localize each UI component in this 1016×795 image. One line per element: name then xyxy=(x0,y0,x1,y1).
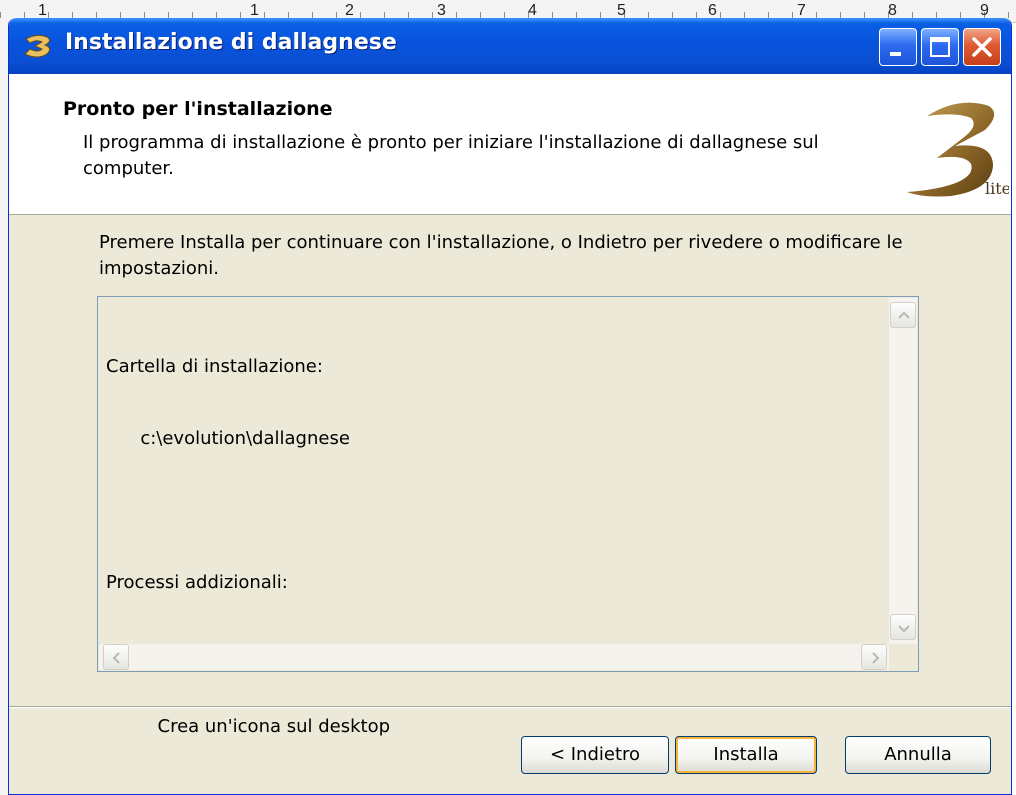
memo-content: Cartella di installazione: c:\evolution\… xyxy=(106,307,888,787)
cancel-button[interactable]: Annulla xyxy=(845,736,991,774)
close-button[interactable] xyxy=(963,28,1001,66)
maximize-button[interactable] xyxy=(921,28,959,66)
scroll-up-button[interactable] xyxy=(890,302,916,328)
memo-line: c:\evolution\dallagnese xyxy=(106,428,350,449)
installer-window: Installazione di dallagnese Pronto per l… xyxy=(8,18,1012,795)
horizontal-scrollbar[interactable] xyxy=(99,644,889,670)
vertical-scrollbar[interactable] xyxy=(889,298,917,644)
scroll-down-button[interactable] xyxy=(890,614,916,640)
chevron-right-icon xyxy=(872,652,880,664)
scroll-right-button[interactable] xyxy=(861,644,887,670)
page-title: Pronto per l'installazione xyxy=(63,98,333,120)
memo-line xyxy=(106,499,888,523)
chevron-up-icon xyxy=(898,311,910,319)
chevron-left-icon xyxy=(112,652,120,664)
back-button[interactable]: < Indietro xyxy=(521,736,669,774)
install-button[interactable]: Installa xyxy=(675,736,817,774)
minimize-icon xyxy=(890,52,901,56)
footer-divider xyxy=(9,706,1011,708)
scrollbar-corner xyxy=(889,644,917,670)
memo-line: Processi addizionali: xyxy=(106,572,288,593)
summary-memo[interactable]: Cartella di installazione: c:\evolution\… xyxy=(97,296,919,737)
close-icon xyxy=(972,37,992,57)
product-logo: lite xyxy=(907,102,1009,198)
window-title: Installazione di dallagnese xyxy=(65,30,397,55)
logo-text: lite xyxy=(985,179,1009,198)
chevron-down-icon xyxy=(898,625,910,633)
wizard-header: Pronto per l'installazione Il programma … xyxy=(9,74,1011,215)
intro-text: Premere Installa per continuare con l'in… xyxy=(99,232,903,279)
maximize-icon xyxy=(930,37,950,57)
app-logo-icon xyxy=(24,34,51,58)
title-bar[interactable]: Installazione di dallagnese xyxy=(9,18,1011,74)
minimize-button[interactable] xyxy=(879,28,917,66)
memo-line: Cartella di installazione: xyxy=(106,356,323,377)
scroll-left-button[interactable] xyxy=(103,644,129,670)
page-description: Il programma di installazione è pronto p… xyxy=(83,132,819,179)
